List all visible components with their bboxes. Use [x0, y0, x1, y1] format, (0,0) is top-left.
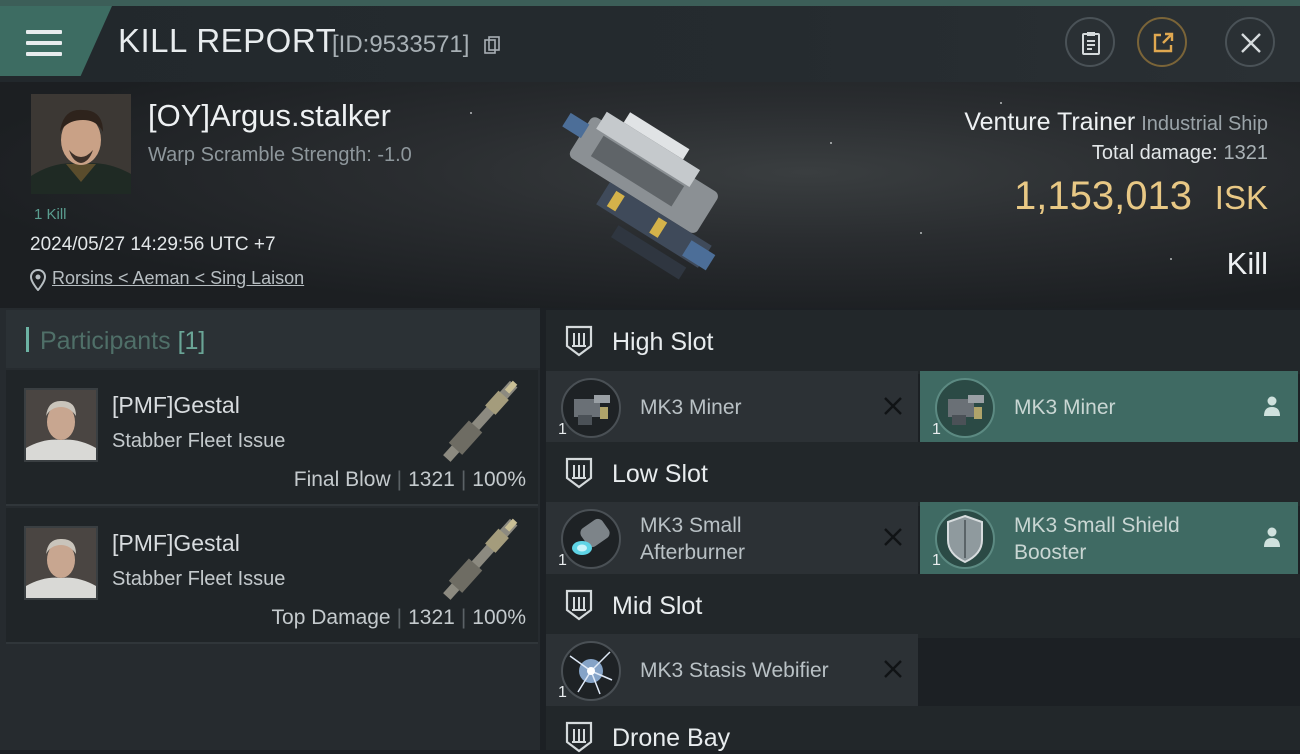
module-item[interactable]: 1 MK3 Small Afterburner: [546, 502, 918, 574]
participant-percent: 100%: [472, 468, 526, 491]
ship-image: [562, 111, 718, 280]
close-icon: [1241, 33, 1261, 53]
item-name-line1: MK3 Small: [640, 514, 742, 537]
miner-module-icon: [561, 378, 621, 438]
person-icon: [1264, 527, 1280, 547]
high-slot-header: High Slot: [546, 310, 1300, 374]
participant-name[interactable]: [PMF]Gestal: [112, 530, 240, 557]
weapon-image: [443, 380, 518, 462]
item-quantity: 1: [932, 421, 941, 438]
item-name: MK3 Stasis Webifier: [640, 659, 829, 682]
participant-ship: Stabber Fleet Issue: [112, 430, 286, 452]
participants-label: Participants: [40, 327, 171, 355]
clipboard-button[interactable]: [1065, 17, 1115, 67]
ship-name[interactable]: Venture Trainer: [964, 108, 1135, 136]
module-item[interactable]: 1 MK3 Miner: [920, 371, 1298, 443]
total-damage-value: 1321: [1223, 142, 1269, 164]
ship-info: Venture Trainer Industrial Ship: [964, 108, 1268, 137]
item-quantity: 1: [558, 684, 567, 701]
high-slot-label: High Slot: [612, 328, 714, 356]
shield-booster-module-icon: [935, 509, 995, 569]
participant-damage: 1321: [408, 468, 455, 491]
close-button[interactable]: [1225, 17, 1275, 67]
participant-stats: Top Damage | 1321 | 100%: [271, 606, 526, 629]
participants-count: [1]: [177, 327, 206, 355]
x-mark-icon: [884, 528, 902, 546]
report-id: [ID:9533571]: [332, 31, 470, 58]
weapon-image: [443, 518, 518, 600]
item-name-line2: Booster: [1014, 541, 1087, 564]
item-name: MK3 Miner: [1014, 396, 1116, 419]
slot-shield-icon: [565, 721, 593, 753]
stasis-webifier-module-icon: [561, 641, 621, 701]
participant-ship: Stabber Fleet Issue: [112, 568, 286, 590]
x-mark-icon: [884, 660, 902, 678]
low-slot-header: Low Slot: [546, 442, 1300, 506]
item-quantity: 1: [932, 552, 941, 569]
map-pin-icon: [30, 269, 46, 291]
afterburner-module-icon: [561, 509, 621, 569]
item-name-line1: MK3 Small Shield: [1014, 514, 1180, 537]
victim-name[interactable]: [OY]Argus.stalker: [148, 98, 391, 134]
drone-bay-label: Drone Bay: [612, 724, 731, 752]
slot-shield-icon: [565, 457, 593, 489]
module-item[interactable]: 1 MK3 Miner: [546, 371, 918, 443]
slot-shield-icon: [565, 589, 593, 621]
participant-tag: Top Damage: [271, 606, 391, 629]
isk-unit: ISK: [1214, 179, 1268, 216]
total-damage: Total damage: 1321: [1092, 142, 1268, 165]
mid-slot-header: Mid Slot: [546, 574, 1300, 638]
module-item[interactable]: 1 MK3 Small Shield Booster: [920, 502, 1298, 574]
page-title: KILL REPORT: [118, 22, 337, 59]
person-icon: [1264, 396, 1280, 416]
item-name: MK3 Miner: [640, 396, 742, 419]
hamburger-menu-icon[interactable]: [26, 30, 62, 58]
item-quantity: 1: [558, 552, 567, 569]
total-damage-label: Total damage:: [1091, 142, 1218, 164]
kill-result-label: Kill: [1226, 246, 1268, 281]
miner-module-icon: [935, 378, 995, 438]
participant-tag: Final Blow: [293, 468, 391, 491]
kill-datetime: 2024/05/27 14:29:56 UTC +7: [30, 234, 276, 255]
drone-bay-header: Drone Bay: [546, 706, 1300, 753]
participants-header: Participants [1]: [6, 310, 540, 368]
participant-row[interactable]: [PMF]Gestal Stabber Fleet Issue Top Dama…: [6, 508, 538, 644]
participant-avatar[interactable]: [24, 388, 98, 462]
low-slot-label: Low Slot: [612, 460, 708, 488]
ship-class: Industrial Ship: [1141, 113, 1268, 135]
isk-value: 1,153,013: [1014, 174, 1192, 218]
location-link[interactable]: Rorsins < Aeman < Sing Laison: [52, 268, 304, 288]
clipboard-icon: [1082, 32, 1100, 55]
warp-scramble-strength: Warp Scramble Strength: -1.0: [148, 144, 412, 166]
participant-row[interactable]: [PMF]Gestal Stabber Fleet Issue Final Bl…: [6, 370, 538, 506]
copy-icon[interactable]: [484, 36, 500, 54]
module-item[interactable]: 1 MK3 Stasis Webifier: [546, 634, 918, 706]
share-button[interactable]: [1137, 17, 1187, 67]
participant-stats: Final Blow | 1321 | 100%: [293, 468, 526, 491]
slot-shield-icon: [565, 325, 593, 357]
item-quantity: 1: [558, 421, 567, 438]
participant-avatar[interactable]: [24, 526, 98, 600]
victim-kill-count: 1 Kill: [34, 206, 67, 223]
mid-slot-label: Mid Slot: [612, 592, 703, 620]
x-mark-icon: [884, 397, 902, 415]
participant-name[interactable]: [PMF]Gestal: [112, 392, 240, 419]
victim-portrait[interactable]: [31, 94, 131, 194]
participant-damage: 1321: [408, 606, 455, 629]
share-export-icon: [1153, 32, 1174, 53]
item-name-line2: Afterburner: [640, 541, 746, 564]
kill-location[interactable]: Rorsins < Aeman < Sing Laison: [30, 268, 304, 291]
participant-percent: 100%: [472, 606, 526, 629]
